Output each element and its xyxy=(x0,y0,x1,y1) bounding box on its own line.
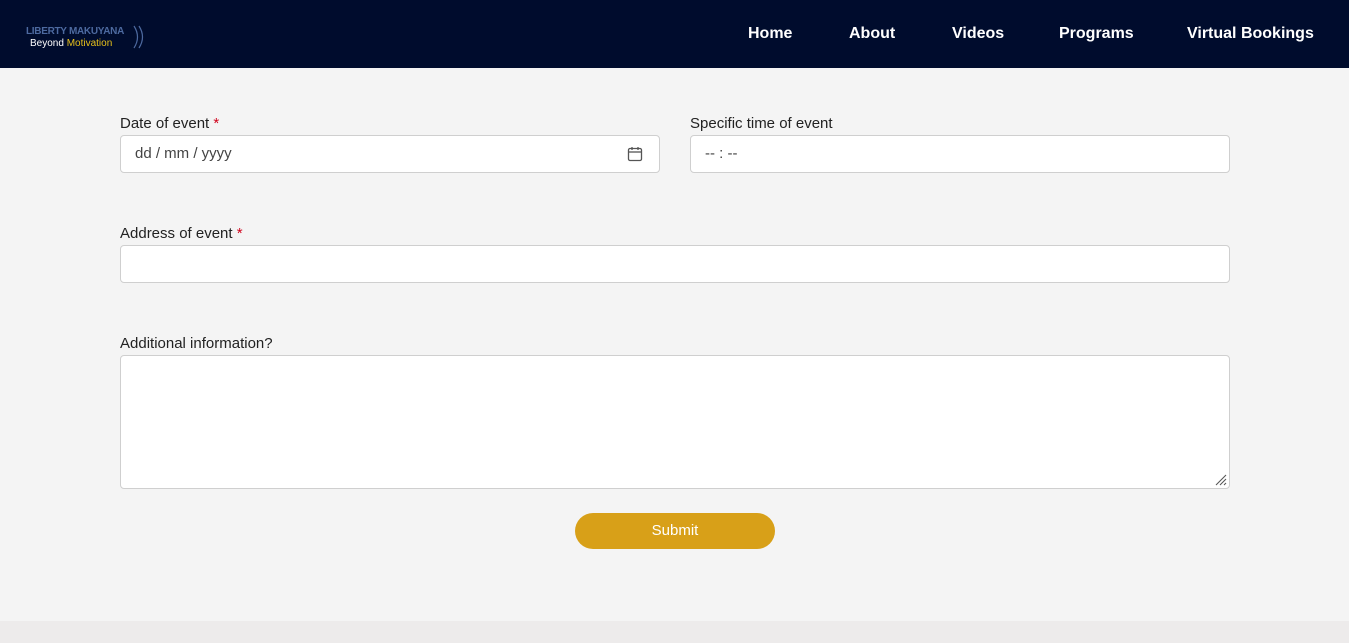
calendar-icon[interactable] xyxy=(627,146,643,162)
nav-programs[interactable]: Programs xyxy=(1059,25,1134,43)
time-input[interactable]: -- : -- xyxy=(690,135,1230,173)
date-label-text: Date of event xyxy=(120,115,210,132)
logo-tagline-plain: Beyond xyxy=(30,38,64,49)
submit-button[interactable]: Submit xyxy=(575,513,775,549)
address-label: Address of event * xyxy=(120,225,243,242)
date-input[interactable]: dd / mm / yyyy xyxy=(120,135,660,173)
logo-tagline: Beyond Motivation xyxy=(30,38,112,49)
address-input[interactable] xyxy=(120,245,1230,283)
required-marker: * xyxy=(213,115,220,132)
nav-about[interactable]: About xyxy=(849,25,895,43)
logo-arc-icon xyxy=(133,25,144,49)
required-marker: * xyxy=(236,225,243,242)
address-label-text: Address of event xyxy=(120,225,233,242)
resize-handle-icon[interactable] xyxy=(1213,472,1227,486)
site-logo[interactable]: LIBERTY MAKUYANA Beyond Motivation xyxy=(26,25,156,52)
site-header: LIBERTY MAKUYANA Beyond Motivation Home … xyxy=(0,0,1349,68)
additional-info-label: Additional information? xyxy=(120,335,273,352)
logo-tagline-accent: Motivation xyxy=(66,38,113,49)
nav-virtual-bookings[interactable]: Virtual Bookings xyxy=(1187,25,1314,43)
nav-home[interactable]: Home xyxy=(748,25,792,43)
additional-info-textarea[interactable] xyxy=(120,355,1230,489)
time-placeholder: -- : -- xyxy=(705,145,738,162)
time-label: Specific time of event xyxy=(690,115,833,132)
date-placeholder: dd / mm / yyyy xyxy=(135,145,232,162)
footer-strip xyxy=(0,621,1349,643)
date-label: Date of event * xyxy=(120,115,219,132)
nav-videos[interactable]: Videos xyxy=(952,25,1004,43)
logo-title: LIBERTY MAKUYANA xyxy=(26,26,124,37)
